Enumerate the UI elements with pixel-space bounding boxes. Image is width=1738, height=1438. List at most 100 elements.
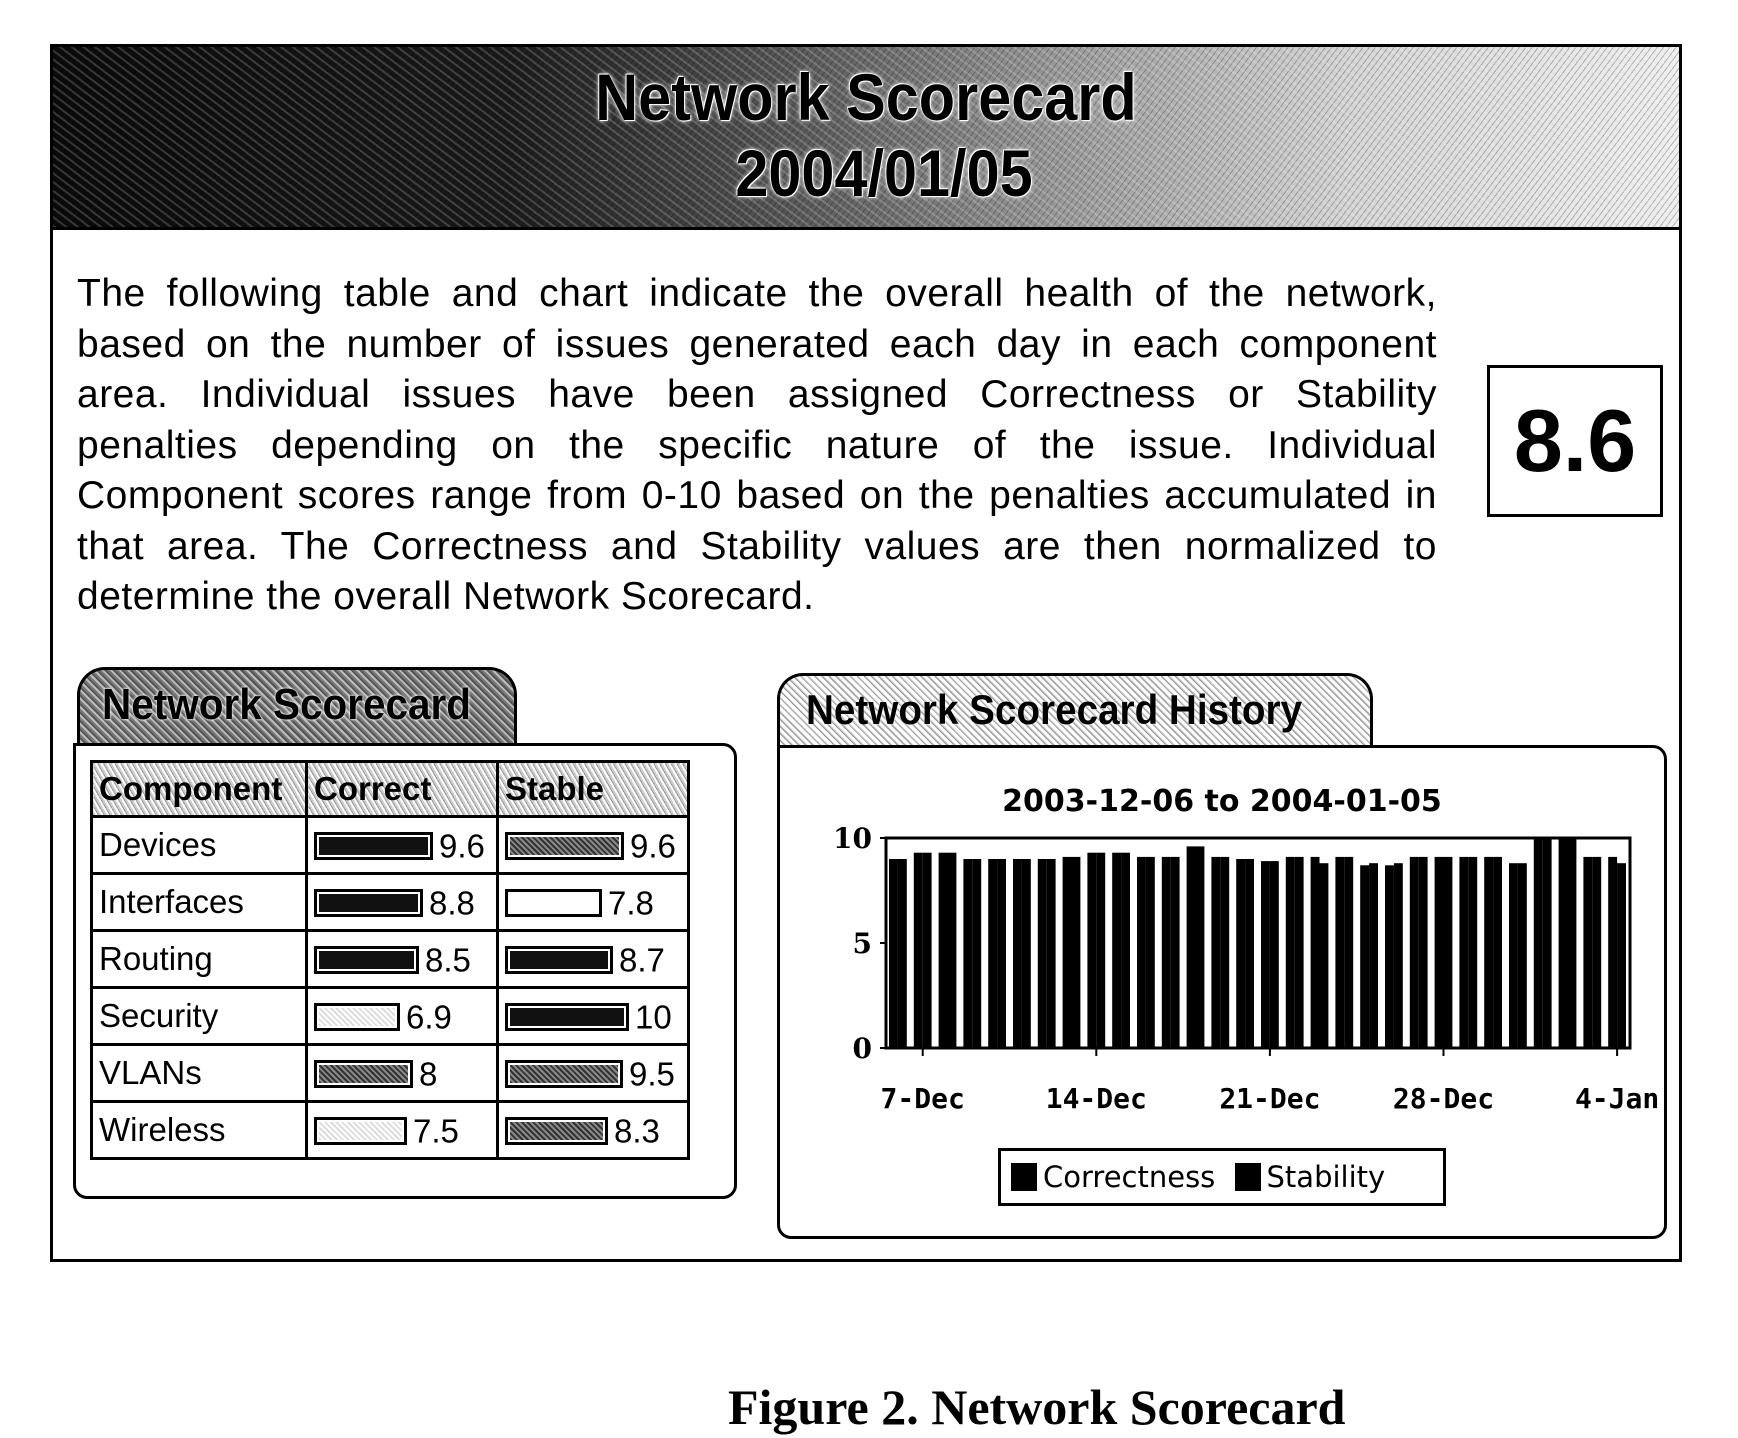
correct-cell: 8 — [305, 1043, 499, 1103]
bar-correctness — [1509, 863, 1518, 1048]
stable-score-value: 8.7 — [619, 941, 665, 979]
correct-cell: 9.6 — [305, 815, 499, 875]
component-name[interactable]: Interfaces — [90, 872, 308, 932]
bar-correctness — [1434, 856, 1444, 1048]
table-row: Devices 9.6 9.6 — [90, 815, 690, 875]
bar-stability — [1567, 838, 1577, 1048]
bar-correctness — [1211, 856, 1221, 1048]
correct-score-bar — [314, 1003, 400, 1032]
bar-correctness — [1335, 856, 1345, 1048]
bar-stability — [1121, 852, 1130, 1048]
description: The following table and chart indicate t… — [77, 272, 1437, 618]
bar-correctness — [1385, 865, 1394, 1048]
scorecard-frame: Network Scorecard 2004/01/05 The followi… — [50, 44, 1682, 1262]
figure-caption: Figure 2. Network Scorecard — [728, 1379, 1346, 1435]
bar-stability — [1294, 856, 1304, 1048]
correct-score-value: 7.5 — [413, 1112, 459, 1150]
bar-correctness — [1409, 856, 1419, 1048]
header-component[interactable]: Component — [90, 760, 308, 818]
bar-stability — [1517, 863, 1527, 1048]
stable-score-value: 8.3 — [614, 1112, 660, 1150]
stable-cell: 9.6 — [496, 815, 690, 875]
table-row: Routing 8.5 8.7 — [90, 929, 690, 989]
correct-score-value: 8 — [419, 1055, 438, 1093]
bar-stability — [1269, 861, 1279, 1048]
stable-score-bar — [505, 946, 613, 975]
chart-legend: Correctness Stability — [998, 1148, 1446, 1206]
x-tick-label: 21-Dec — [1219, 1082, 1320, 1115]
bar-stability — [1369, 863, 1378, 1048]
y-tick-label: 5 — [853, 927, 872, 960]
legend-swatch-correctness — [1011, 1163, 1037, 1191]
table-row: Interfaces 8.8 7.8 — [90, 872, 690, 932]
stable-cell: 8.3 — [496, 1100, 690, 1160]
x-tick-label: 4-Jan — [1575, 1082, 1659, 1115]
bar-stability — [997, 859, 1006, 1048]
scorecard-panel: Component Correct Stable Devices 9.6 9.6 In… — [73, 743, 737, 1199]
bar-correctness — [889, 859, 898, 1048]
table-row: VLANs 8 9.5 — [90, 1043, 690, 1103]
correct-cell: 8.5 — [305, 929, 499, 989]
stable-score-value: 9.6 — [630, 827, 676, 865]
bar-correctness — [913, 852, 923, 1048]
bar-stability — [1592, 856, 1602, 1048]
correct-score-value: 6.9 — [406, 998, 452, 1036]
component-name[interactable]: Routing — [90, 929, 308, 989]
legend-swatch-stability — [1234, 1163, 1261, 1191]
correct-cell: 7.5 — [305, 1100, 499, 1160]
bar-stability — [1071, 856, 1081, 1048]
bar-stability — [1493, 856, 1502, 1048]
bar-stability — [1046, 859, 1056, 1048]
stable-score-value: 7.8 — [608, 884, 654, 922]
bar-correctness — [1137, 856, 1146, 1048]
bar-correctness — [1310, 856, 1320, 1048]
banner: Network Scorecard 2004/01/05 — [53, 47, 1679, 230]
bar-correctness — [988, 859, 998, 1048]
x-tick-label: 14-Dec — [1046, 1082, 1147, 1115]
bar-stability — [922, 852, 932, 1048]
tab-label: Network Scorecard History — [806, 686, 1303, 733]
bar-stability — [1195, 846, 1205, 1048]
correct-cell: 6.9 — [305, 986, 499, 1046]
bar-stability — [1145, 856, 1155, 1048]
stable-score-bar — [505, 1060, 623, 1089]
bar-stability — [1393, 863, 1403, 1048]
legend-label-correctness: Correctness — [1043, 1160, 1216, 1194]
bar-stability — [1542, 838, 1552, 1048]
header-stable[interactable]: Stable — [496, 760, 690, 818]
bar-correctness — [1013, 859, 1022, 1048]
bar-correctness — [1186, 846, 1196, 1048]
table-row: Wireless 7.5 8.3 — [90, 1100, 690, 1160]
bar-stability — [1220, 856, 1230, 1048]
tab-label: Network Scorecard — [102, 680, 471, 729]
correct-score-bar — [314, 1117, 407, 1146]
component-name[interactable]: Wireless — [90, 1100, 308, 1160]
stable-score-bar — [505, 889, 602, 918]
component-name[interactable]: Security — [90, 986, 308, 1046]
bar-correctness — [1484, 856, 1494, 1048]
tab-network-scorecard-history[interactable]: Network Scorecard History — [777, 673, 1373, 747]
bar-correctness — [1285, 856, 1295, 1048]
bar-stability — [1468, 856, 1478, 1048]
stable-score-value: 10 — [635, 998, 672, 1036]
y-tick-label: 0 — [853, 1032, 872, 1065]
bar-stability — [897, 859, 907, 1048]
bar-correctness — [1037, 859, 1047, 1048]
component-name[interactable]: VLANs — [90, 1043, 308, 1103]
bar-stability — [972, 859, 982, 1048]
banner-date: 2004/01/05 — [735, 136, 1033, 210]
bar-stability — [1170, 856, 1180, 1048]
bar-correctness — [1062, 856, 1072, 1048]
banner-title: Network Scorecard — [595, 60, 1137, 134]
bar-correctness — [1112, 852, 1122, 1048]
bar-correctness — [1558, 838, 1568, 1048]
stable-cell: 9.5 — [496, 1043, 690, 1103]
bar-correctness — [1261, 861, 1270, 1048]
stable-score-bar — [505, 1003, 629, 1032]
component-name[interactable]: Devices — [90, 815, 308, 875]
correct-score-value: 9.6 — [439, 827, 485, 865]
bar-stability — [947, 852, 957, 1048]
header-correct[interactable]: Correct — [305, 760, 499, 818]
tab-network-scorecard[interactable]: Network Scorecard — [77, 667, 517, 745]
bar-correctness — [938, 852, 948, 1048]
